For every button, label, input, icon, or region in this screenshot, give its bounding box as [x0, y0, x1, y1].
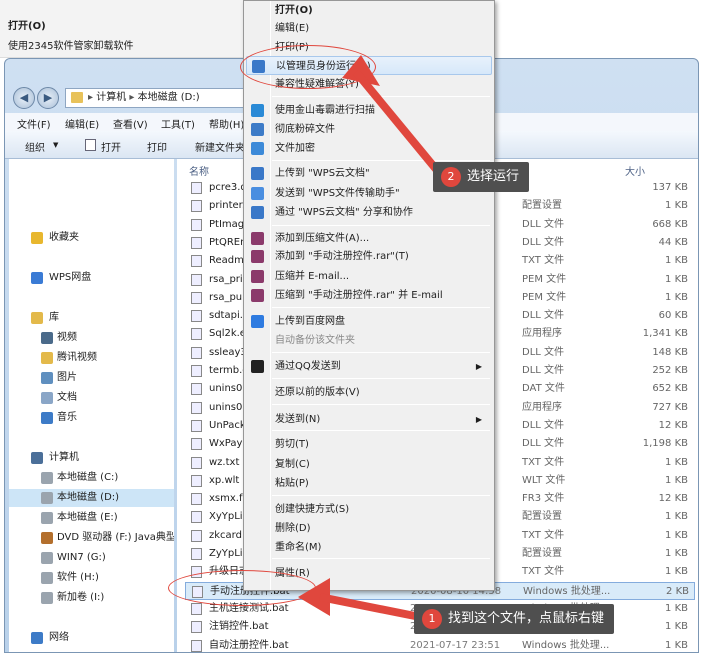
- callout-step1: 1 找到这个文件，点鼠标右键: [414, 604, 615, 634]
- annotation-arrows: [298, 55, 444, 620]
- arrow-line-step1: [319, 593, 416, 620]
- arrow-line-step2: [352, 69, 444, 177]
- callout-step2-text: 选择运行: [467, 169, 520, 184]
- step-number-badge: 2: [441, 167, 461, 187]
- step-number-badge: 1: [422, 609, 442, 629]
- callout-step2: 2 选择运行: [433, 162, 530, 192]
- callout-step1-text: 找到这个文件，点鼠标右键: [448, 611, 605, 626]
